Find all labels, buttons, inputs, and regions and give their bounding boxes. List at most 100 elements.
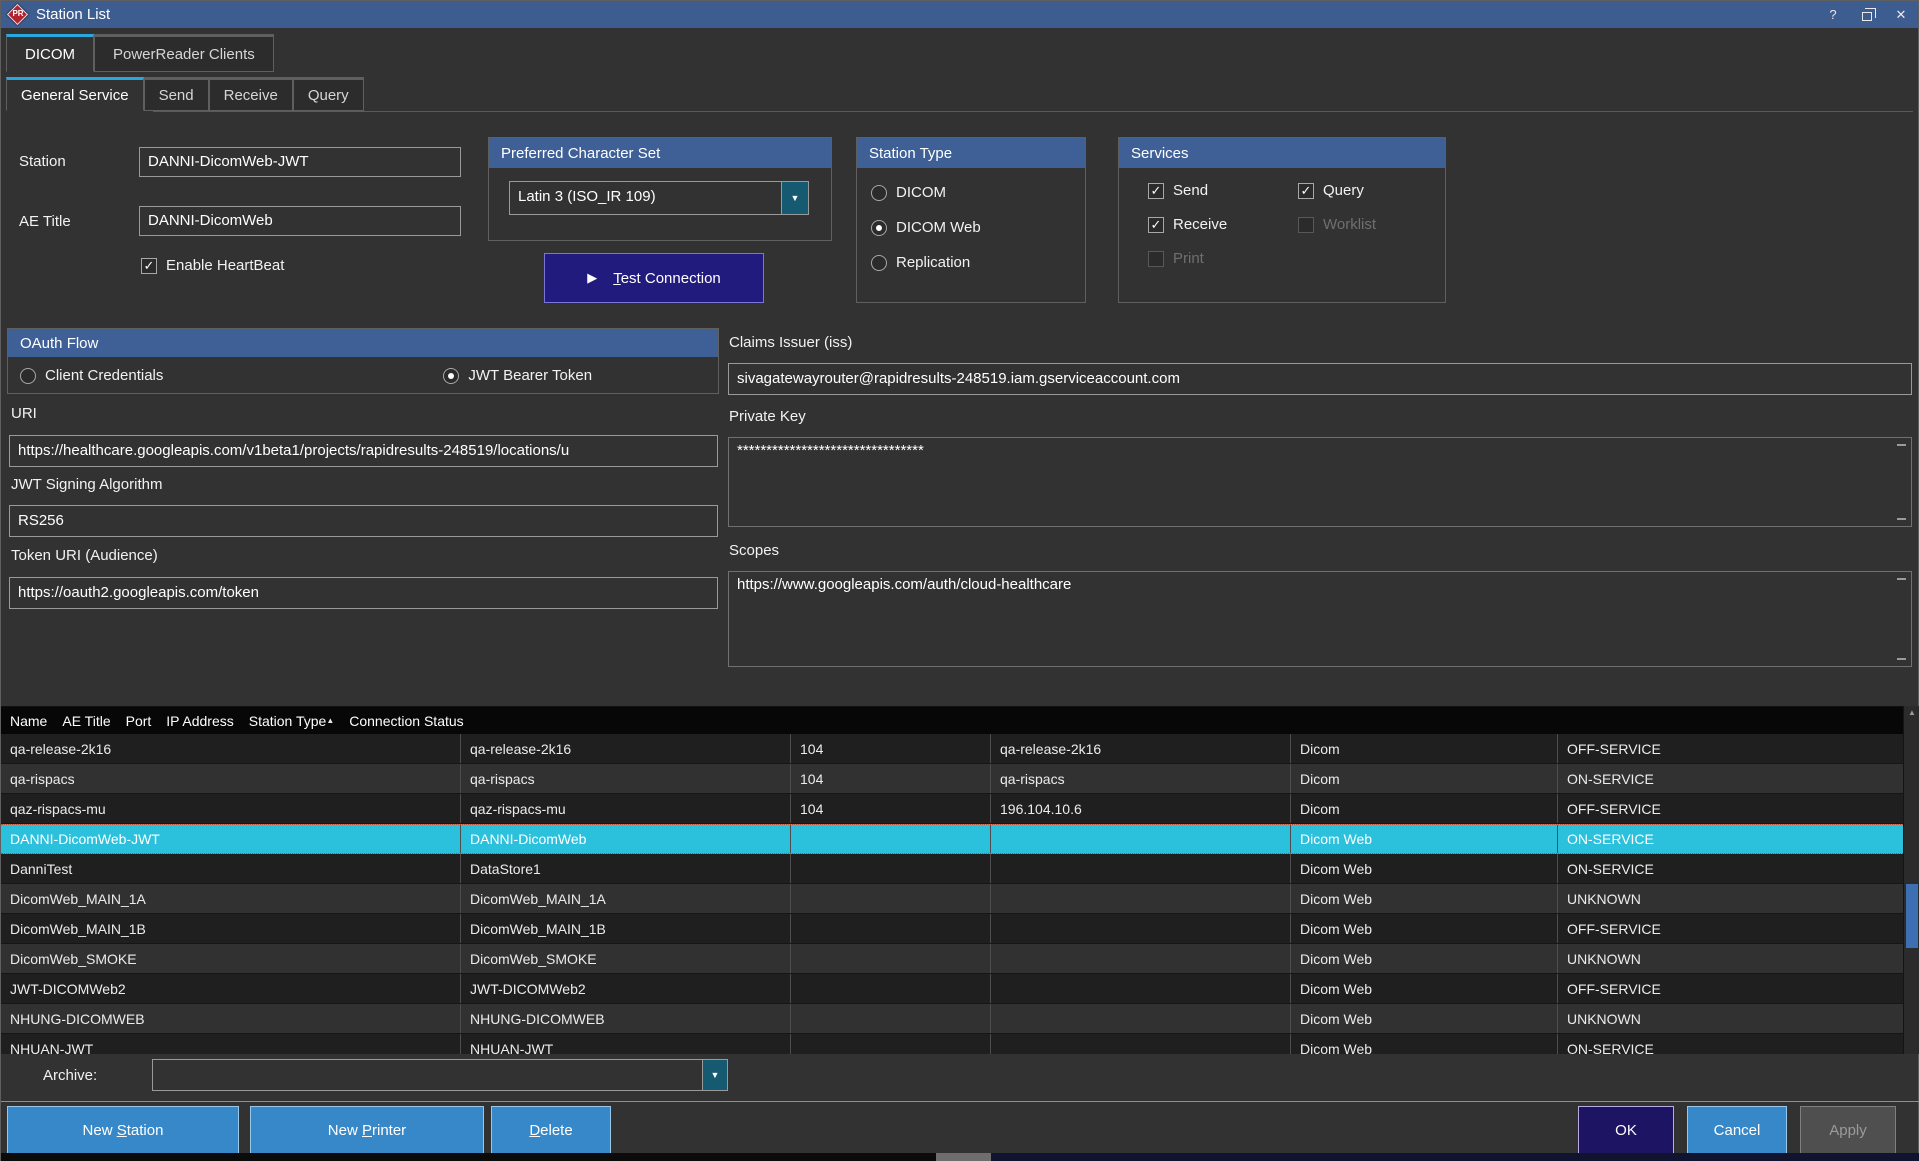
table-row[interactable]: NHUNG-DICOMWEB NHUNG-DICOMWEB Dicom Web …: [1, 1004, 1903, 1034]
service-checkbox[interactable]: Query: [1298, 182, 1448, 199]
claims-issuer-input[interactable]: sivagatewayrouter@rapidresults-248519.ia…: [728, 363, 1912, 395]
chevron-down-icon[interactable]: ▼: [781, 182, 808, 214]
main-tab[interactable]: PowerReader Clients: [94, 34, 274, 72]
scrollbar-thumb[interactable]: [1906, 884, 1918, 948]
station-table: Name AE Title Port IP Address Station Ty…: [1, 706, 1903, 1054]
charset-combobox[interactable]: Latin 3 (ISO_IR 109) ▼: [509, 181, 809, 215]
claims-issuer-label: Claims Issuer (iss): [729, 334, 852, 351]
checkbox-icon: [1298, 183, 1314, 199]
checkbox-icon: [141, 258, 157, 274]
ae-title-input[interactable]: DANNI-DicomWeb: [139, 206, 461, 236]
checkbox-icon: [1298, 217, 1314, 233]
service-tab[interactable]: Send: [144, 77, 209, 111]
main-tab-strip: DICOMPowerReader Clients: [6, 34, 274, 72]
column-header[interactable]: Port: [117, 707, 158, 734]
radio-icon: [871, 255, 887, 271]
station-label: Station: [19, 153, 66, 170]
footer-divider: [1, 1101, 1919, 1102]
scopes-textarea[interactable]: https://www.googleapis.com/auth/cloud-he…: [728, 571, 1912, 667]
chevron-down-icon[interactable]: ▼: [702, 1060, 727, 1090]
app-icon: PR: [4, 2, 30, 28]
ok-button[interactable]: OK: [1578, 1106, 1674, 1154]
archive-label: Archive:: [43, 1067, 97, 1084]
column-header[interactable]: AE Title: [53, 707, 116, 734]
restore-icon: [1862, 12, 1872, 21]
table-row[interactable]: qa-rispacs qa-rispacs 104 qa-rispacs Dic…: [1, 764, 1903, 794]
radio-icon: [443, 368, 459, 384]
station-input[interactable]: DANNI-DicomWeb-JWT: [139, 147, 461, 177]
column-header[interactable]: Name: [1, 707, 53, 734]
radio-icon: [871, 185, 887, 201]
service-tab[interactable]: Receive: [209, 77, 293, 111]
services-group-header: Services: [1119, 138, 1445, 168]
column-header[interactable]: Station Type ▲: [240, 707, 341, 734]
table-row[interactable]: qa-release-2k16 qa-release-2k16 104 qa-r…: [1, 734, 1903, 764]
station-type-group-header: Station Type: [857, 138, 1085, 168]
textarea-scrollbar[interactable]: [1893, 439, 1910, 525]
restore-button[interactable]: [1850, 1, 1884, 28]
textarea-scrollbar[interactable]: [1893, 573, 1910, 665]
test-connection-button[interactable]: ▶ Test Connection: [544, 253, 764, 303]
radio-icon: [20, 368, 36, 384]
token-uri-label: Token URI (Audience): [11, 547, 158, 564]
table-row[interactable]: JWT-DICOMWeb2 JWT-DICOMWeb2 Dicom Web OF…: [1, 974, 1903, 1004]
scroll-up-icon[interactable]: ▲: [1904, 708, 1919, 717]
jwt-alg-label: JWT Signing Algorithm: [11, 476, 162, 493]
help-button[interactable]: ?: [1816, 1, 1850, 28]
bottom-edge: [1, 1153, 1919, 1161]
oauth-flow-radio[interactable]: Client Credentials: [20, 367, 163, 384]
apply-button[interactable]: Apply: [1800, 1106, 1896, 1154]
private-key-label: Private Key: [729, 408, 806, 425]
service-checkbox[interactable]: Worklist: [1298, 216, 1448, 233]
service-checkbox[interactable]: Receive: [1148, 216, 1298, 233]
play-icon: ▶: [587, 270, 597, 286]
oauth-flow-group-header: OAuth Flow: [8, 329, 718, 357]
service-checkbox[interactable]: Send: [1148, 182, 1298, 199]
services-group: Services Send Query Receive Worklist Pri…: [1118, 137, 1446, 303]
title-bar: PR Station List ? ✕: [1, 1, 1918, 28]
token-uri-input[interactable]: https://oauth2.googleapis.com/token: [9, 577, 718, 609]
station-table-body: qa-release-2k16 qa-release-2k16 104 qa-r…: [1, 734, 1903, 1054]
uri-input[interactable]: https://healthcare.googleapis.com/v1beta…: [9, 435, 718, 467]
station-type-radio[interactable]: DICOM: [871, 184, 1085, 201]
window-title: Station List: [36, 6, 110, 23]
station-type-radio[interactable]: Replication: [871, 254, 1085, 271]
table-scrollbar[interactable]: ▲: [1903, 706, 1919, 1054]
enable-heartbeat-checkbox[interactable]: Enable HeartBeat: [141, 257, 284, 274]
station-list-window: PR Station List ? ✕ DICOMPowerReader Cli…: [0, 0, 1919, 1161]
private-key-textarea[interactable]: ********************************: [728, 437, 1912, 527]
archive-combobox[interactable]: ▼: [152, 1059, 728, 1091]
table-row[interactable]: qaz-rispacs-mu qaz-rispacs-mu 104 196.10…: [1, 794, 1903, 824]
station-table-header: Name AE Title Port IP Address Station Ty…: [1, 707, 1903, 734]
checkbox-icon: [1148, 217, 1164, 233]
ae-title-label: AE Title: [19, 213, 71, 230]
uri-label: URI: [11, 405, 37, 422]
oauth-flow-group: OAuth Flow Client Credentials JWT Bearer…: [7, 328, 719, 394]
new-printer-button[interactable]: New Printer: [250, 1106, 484, 1154]
checkbox-icon: [1148, 183, 1164, 199]
table-row[interactable]: NHUAN-JWT NHUAN-JWT Dicom Web ON-SERVICE: [1, 1034, 1903, 1054]
sort-ascending-icon: ▲: [326, 716, 334, 725]
column-header[interactable]: Connection Status: [340, 707, 469, 734]
table-row[interactable]: DicomWeb_MAIN_1B DicomWeb_MAIN_1B Dicom …: [1, 914, 1903, 944]
new-station-button[interactable]: New Station: [7, 1106, 239, 1154]
charset-group-header: Preferred Character Set: [489, 138, 831, 168]
oauth-flow-radio[interactable]: JWT Bearer Token: [443, 367, 592, 384]
table-row[interactable]: DanniTest DataStore1 Dicom Web ON-SERVIC…: [1, 854, 1903, 884]
service-tab-strip: General ServiceSendReceiveQuery: [6, 77, 364, 111]
table-row[interactable]: DicomWeb_SMOKE DicomWeb_SMOKE Dicom Web …: [1, 944, 1903, 974]
radio-icon: [871, 220, 887, 236]
table-row[interactable]: DANNI-DicomWeb-JWT DANNI-DicomWeb Dicom …: [1, 824, 1903, 854]
tab-page-border: [153, 111, 1913, 112]
cancel-button[interactable]: Cancel: [1687, 1106, 1787, 1154]
service-checkbox[interactable]: Print: [1148, 250, 1298, 267]
service-tab[interactable]: Query: [293, 77, 364, 111]
table-row[interactable]: DicomWeb_MAIN_1A DicomWeb_MAIN_1A Dicom …: [1, 884, 1903, 914]
jwt-alg-input[interactable]: RS256: [9, 505, 718, 537]
main-tab[interactable]: DICOM: [6, 34, 94, 72]
close-button[interactable]: ✕: [1884, 1, 1918, 28]
station-type-radio[interactable]: DICOM Web: [871, 219, 1085, 236]
service-tab[interactable]: General Service: [6, 77, 144, 111]
column-header[interactable]: IP Address: [157, 707, 239, 734]
delete-button[interactable]: Delete: [491, 1106, 611, 1154]
